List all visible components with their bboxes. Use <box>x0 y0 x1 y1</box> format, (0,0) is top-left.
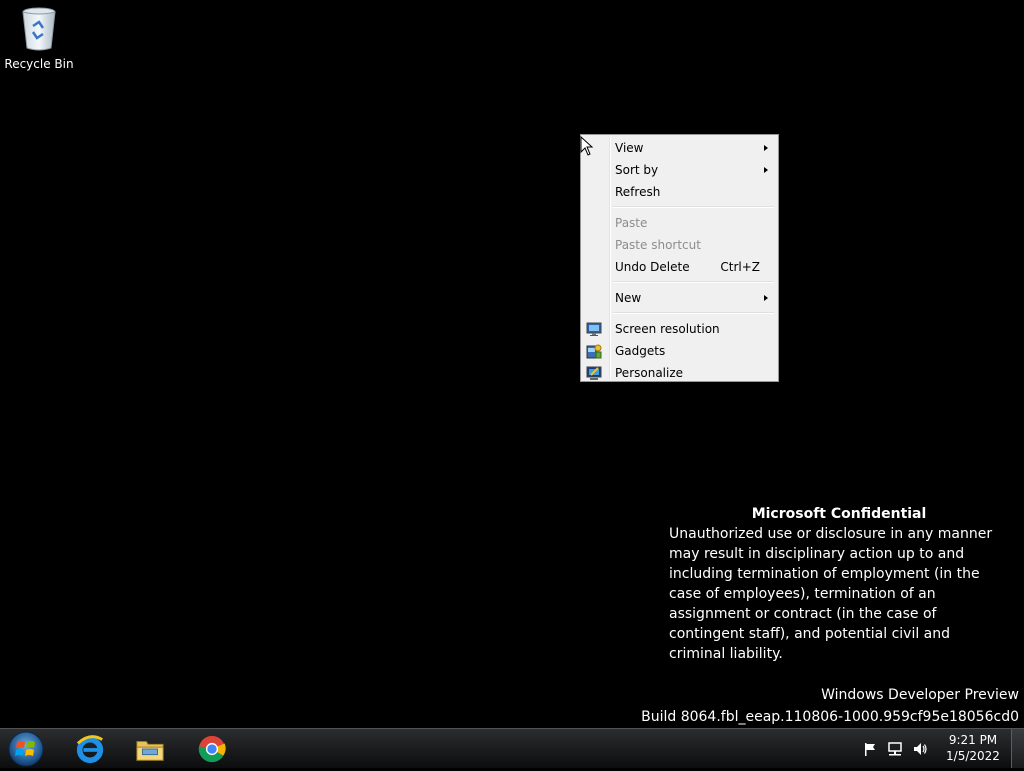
menu-separator <box>613 312 774 314</box>
taskbar-clock[interactable]: 9:21 PM 1/5/2022 <box>940 732 1006 764</box>
menu-item-undo-delete[interactable]: Undo Delete Ctrl+Z <box>581 256 778 278</box>
menu-item-label: New <box>615 291 642 305</box>
build-watermark: Windows Developer Preview Build 8064.fbl… <box>641 684 1019 728</box>
menu-item-label: Sort by <box>615 163 659 177</box>
taskbar: 9:21 PM 1/5/2022 <box>0 728 1024 768</box>
clock-date: 1/5/2022 <box>946 749 1000 763</box>
watermark-build: Build 8064.fbl_eeap.110806-1000.959cf95e… <box>641 709 1019 725</box>
volume-icon[interactable] <box>912 741 928 757</box>
menu-item-label: Personalize <box>615 366 684 380</box>
chrome-icon <box>198 735 226 763</box>
menu-item-gadgets[interactable]: Gadgets <box>581 340 778 362</box>
menu-item-sort-by[interactable]: Sort by <box>581 159 778 181</box>
menu-item-label: Gadgets <box>615 344 666 358</box>
menu-item-label: View <box>615 141 644 155</box>
menu-separator <box>613 281 774 283</box>
file-explorer-icon <box>136 741 164 761</box>
menu-item-label: Screen resolution <box>615 322 720 336</box>
system-tray <box>862 729 937 769</box>
menu-item-screen-resolution[interactable]: Screen resolution <box>581 318 778 340</box>
menu-item-label: Undo Delete <box>615 260 690 274</box>
desktop-icon-label: Recycle Bin <box>4 57 74 71</box>
menu-separator <box>613 206 774 208</box>
notice-body: Unauthorized use or disclosure in any ma… <box>669 526 993 662</box>
recycle-bin-icon <box>22 7 56 51</box>
gadgets-icon <box>586 344 602 359</box>
clock-time: 9:21 PM <box>948 733 998 747</box>
menu-item-paste[interactable]: Paste <box>581 212 778 234</box>
submenu-arrow-icon <box>764 145 768 151</box>
menu-item-refresh[interactable]: Refresh <box>581 181 778 203</box>
desktop[interactable]: Recycle Bin View Sort by Refresh Paste P… <box>0 0 1024 728</box>
desktop-icon-recycle-bin[interactable]: Recycle Bin <box>4 6 74 76</box>
taskbar-app-file-explorer[interactable] <box>122 731 178 767</box>
start-button[interactable] <box>6 731 46 767</box>
menu-item-new[interactable]: New <box>581 287 778 309</box>
submenu-arrow-icon <box>764 167 768 173</box>
show-desktop-button[interactable] <box>1011 729 1024 768</box>
submenu-arrow-icon <box>764 295 768 301</box>
menu-item-view[interactable]: View <box>581 137 778 159</box>
desktop-context-menu: View Sort by Refresh Paste Paste shortcu… <box>580 134 779 382</box>
windows-logo-icon <box>8 731 44 767</box>
screen-resolution-icon <box>586 322 602 336</box>
menu-item-personalize[interactable]: Personalize <box>581 362 778 384</box>
internet-explorer-icon <box>76 735 104 764</box>
mouse-cursor-icon <box>580 136 594 156</box>
menu-item-shortcut: Ctrl+Z <box>720 260 760 274</box>
action-center-flag-icon[interactable] <box>862 741 878 757</box>
menu-item-label: Paste shortcut <box>615 238 701 252</box>
taskbar-app-chrome[interactable] <box>184 731 240 767</box>
network-icon[interactable] <box>887 741 903 757</box>
watermark-edition: Windows Developer Preview <box>821 687 1019 703</box>
menu-item-label: Paste <box>615 216 648 230</box>
menu-item-paste-shortcut[interactable]: Paste shortcut <box>581 234 778 256</box>
notice-title: Microsoft Confidential <box>751 506 927 522</box>
menu-item-label: Refresh <box>615 185 661 199</box>
personalize-icon <box>586 366 602 380</box>
confidential-notice: Microsoft Confidential Unauthorized use … <box>669 504 1009 664</box>
taskbar-app-internet-explorer[interactable] <box>62 731 118 767</box>
